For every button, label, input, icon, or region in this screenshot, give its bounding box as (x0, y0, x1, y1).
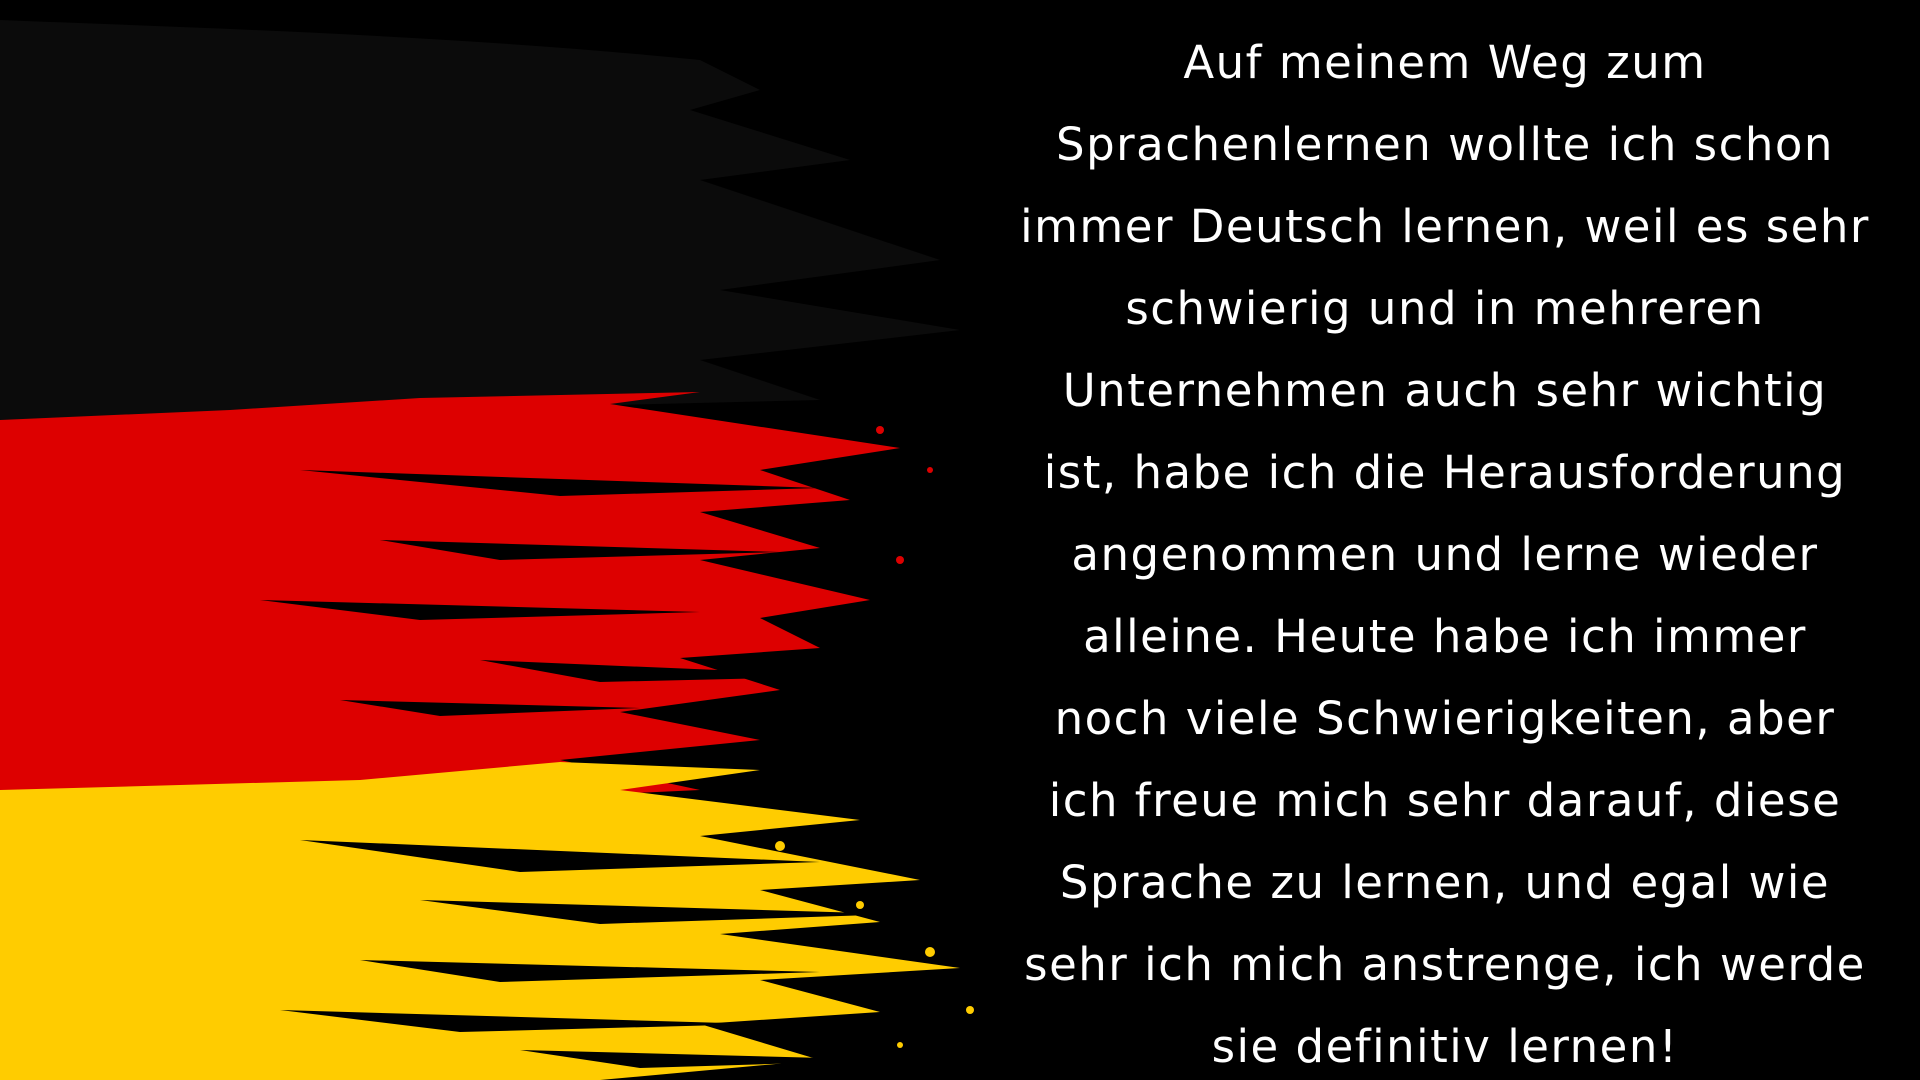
motivation-paragraph: Auf meinem Weg zum Sprachenlernen wollte… (1020, 36, 1870, 1073)
flag-black-stripe (0, 20, 960, 420)
flag-gold-stripe (0, 762, 960, 1080)
slide: Auf meinem Weg zum Sprachenlernen wollte… (0, 0, 1920, 1080)
text-panel: Auf meinem Weg zum Sprachenlernen wollte… (1010, 22, 1880, 1080)
german-flag-brushstroke-illustration (0, 20, 974, 1080)
